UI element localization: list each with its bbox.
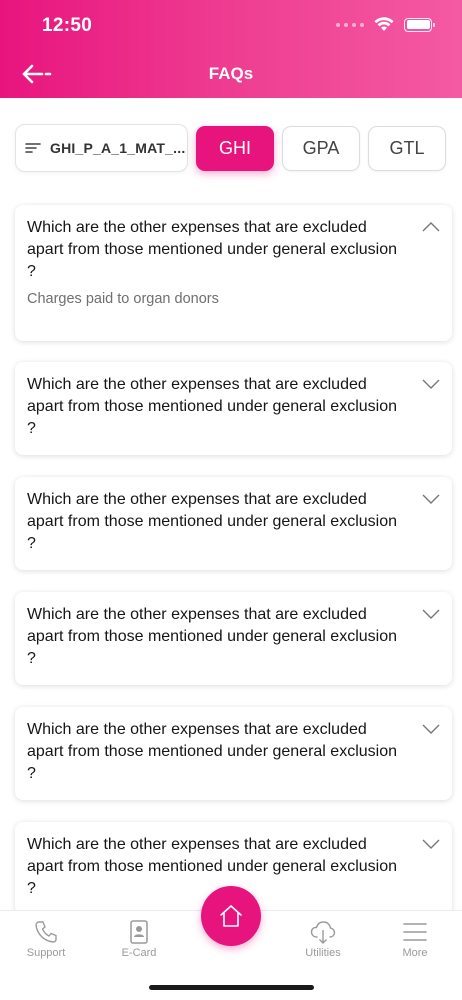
chevron-up-icon[interactable] <box>422 221 440 233</box>
chevron-down-icon[interactable] <box>422 493 440 505</box>
faq-question: Which are the other expenses that are ex… <box>27 376 397 437</box>
cloud-download-icon <box>310 921 336 944</box>
faq-card[interactable]: Which are the other expenses that are ex… <box>15 205 452 341</box>
nav-utilities[interactable]: Utilities <box>288 919 358 959</box>
chevron-down-icon[interactable] <box>422 378 440 390</box>
faq-card[interactable]: Which are the other expenses that are ex… <box>15 477 452 570</box>
faq-card[interactable]: Which are the other expenses that are ex… <box>15 362 452 455</box>
page-title: FAQs <box>208 64 254 83</box>
plan-selector[interactable]: GHI_P_A_1_MAT_... <box>15 124 188 172</box>
faq-question: Which are the other expenses that are ex… <box>27 606 397 667</box>
faq-answer: Charges paid to organ donors <box>27 291 219 307</box>
nav-ecard[interactable]: E-Card <box>104 919 174 959</box>
tab-ghi[interactable]: GHI <box>196 126 274 171</box>
faq-question: Which are the other expenses that are ex… <box>27 721 397 782</box>
wifi-icon <box>374 17 394 31</box>
nav-support-label: Support <box>26 947 66 959</box>
status-time: 12:50 <box>42 15 93 36</box>
nav-more-label: More <box>402 947 428 959</box>
app-header: 12:50 FAQs <box>0 0 462 98</box>
menu-icon <box>403 923 427 941</box>
ecard-icon <box>130 920 148 944</box>
nav-utilities-label: Utilities <box>305 947 341 959</box>
nav-more[interactable]: More <box>380 919 450 959</box>
tab-gpa[interactable]: GPA <box>282 126 360 171</box>
filter-icon <box>25 143 41 153</box>
plan-selector-label: GHI_P_A_1_MAT_... <box>50 140 186 156</box>
home-indicator <box>149 985 314 990</box>
faq-question: Which are the other expenses that are ex… <box>27 219 397 280</box>
faq-card[interactable]: Which are the other expenses that are ex… <box>15 707 452 800</box>
tab-gtl[interactable]: GTL <box>368 126 446 171</box>
signal-icon <box>336 22 364 27</box>
chevron-down-icon[interactable] <box>422 723 440 735</box>
home-button[interactable] <box>201 886 261 946</box>
filter-row: GHI_P_A_1_MAT_... GHI GPA GTL <box>15 124 446 172</box>
faq-question: Which are the other expenses that are ex… <box>27 491 397 552</box>
faq-card[interactable]: Which are the other expenses that are ex… <box>15 592 452 685</box>
nav-support[interactable]: Support <box>11 919 81 959</box>
battery-icon <box>404 17 435 32</box>
home-icon <box>220 905 242 927</box>
chevron-down-icon[interactable] <box>422 608 440 620</box>
phone-icon <box>35 921 57 943</box>
chevron-down-icon[interactable] <box>422 838 440 850</box>
status-indicators <box>336 17 435 32</box>
nav-ecard-label: E-Card <box>121 947 157 959</box>
